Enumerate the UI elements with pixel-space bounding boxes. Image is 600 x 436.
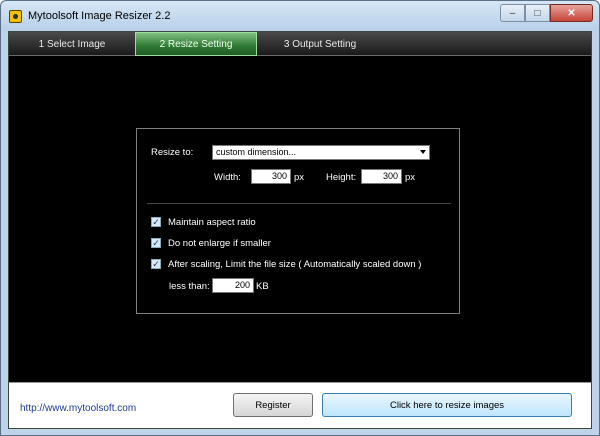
tab-output-setting[interactable]: 3 Output Setting xyxy=(257,32,383,56)
height-label: Height: xyxy=(326,172,357,183)
no-enlarge-checkbox[interactable]: ✓ xyxy=(151,238,161,248)
client-area: 1 Select Image 2 Resize Setting 3 Output… xyxy=(8,31,592,429)
resize-images-button[interactable]: Click here to resize images xyxy=(322,393,572,417)
no-enlarge-label: Do not enlarge if smaller xyxy=(168,238,271,249)
section-divider xyxy=(147,203,451,204)
less-than-input[interactable]: 200 xyxy=(212,278,254,293)
close-button[interactable]: ✕ xyxy=(550,4,593,22)
height-input[interactable]: 300 xyxy=(361,169,402,184)
app-window: Mytoolsoft Image Resizer 2.2 – □ ✕ 1 Sel… xyxy=(0,0,600,436)
website-link[interactable]: http://www.mytoolsoft.com xyxy=(20,403,136,414)
maximize-button[interactable]: □ xyxy=(525,4,550,22)
less-than-label: less than: xyxy=(169,281,210,292)
tab-resize-setting[interactable]: 2 Resize Setting xyxy=(135,32,257,56)
chevron-down-icon xyxy=(420,150,426,154)
title-bar[interactable]: Mytoolsoft Image Resizer 2.2 – □ ✕ xyxy=(1,1,599,31)
resize-settings-panel: Resize to: custom dimension... Width: 30… xyxy=(136,128,460,314)
footer-bar: http://www.mytoolsoft.com Register Click… xyxy=(9,382,591,428)
resize-to-label: Resize to: xyxy=(151,147,194,158)
window-controls: – □ ✕ xyxy=(500,4,593,24)
less-than-unit: KB xyxy=(256,281,269,292)
window-title: Mytoolsoft Image Resizer 2.2 xyxy=(28,10,171,22)
resize-to-value: custom dimension... xyxy=(216,147,297,157)
width-input[interactable]: 300 xyxy=(251,169,291,184)
limit-size-checkbox[interactable]: ✓ xyxy=(151,259,161,269)
tab-strip: 1 Select Image 2 Resize Setting 3 Output… xyxy=(9,32,591,56)
width-unit: px xyxy=(294,172,305,183)
maintain-aspect-checkbox[interactable]: ✓ xyxy=(151,217,161,227)
register-button[interactable]: Register xyxy=(233,393,313,417)
limit-size-label: After scaling, Limit the file size ( Aut… xyxy=(168,259,422,270)
width-label: Width: xyxy=(214,172,241,183)
resize-to-select[interactable]: custom dimension... xyxy=(212,145,430,160)
minimize-button[interactable]: – xyxy=(500,4,525,22)
maintain-aspect-label: Maintain aspect ratio xyxy=(168,217,256,228)
app-logo-icon xyxy=(9,10,22,23)
tab-select-image[interactable]: 1 Select Image xyxy=(9,32,135,56)
height-unit: px xyxy=(405,172,416,183)
